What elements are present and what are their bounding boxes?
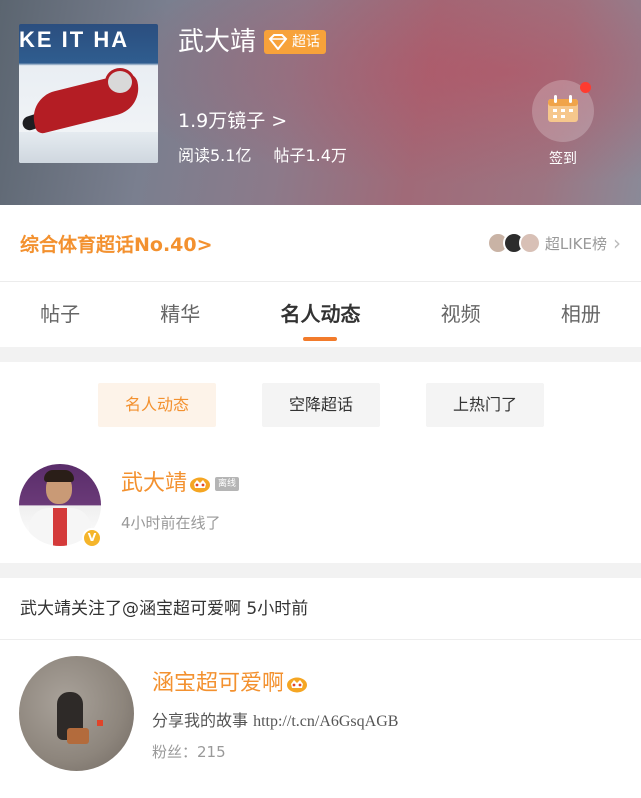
super-like-board-link[interactable]: 超LIKE榜 › bbox=[486, 231, 621, 255]
crown-icon bbox=[189, 475, 211, 493]
tab-album[interactable]: 相册 bbox=[555, 282, 607, 347]
cover-ice bbox=[19, 132, 158, 163]
crown-icon bbox=[286, 675, 308, 693]
chevron-right-icon: › bbox=[613, 231, 621, 255]
checkin-circle bbox=[532, 80, 594, 142]
followed-user-bio: 分享我的故事 http://t.cn/A6GsqAGB bbox=[152, 710, 398, 733]
diamond-icon bbox=[268, 34, 288, 51]
bio-link[interactable]: http://t.cn/A6GsqAGB bbox=[253, 713, 398, 730]
calendar-icon bbox=[546, 94, 580, 128]
offline-tag: 离线 bbox=[215, 477, 240, 491]
topic-title-row: 武大靖 超话 bbox=[178, 24, 327, 60]
super-topic-badge[interactable]: 超话 bbox=[264, 30, 327, 54]
chip-airdrop-topic[interactable]: 空降超话 bbox=[262, 383, 380, 427]
topic-tabs: 帖子 精华 名人动态 视频 相册 bbox=[0, 282, 641, 347]
cover-banner-text: KE IT HA bbox=[19, 28, 130, 52]
chip-trending[interactable]: 上热门了 bbox=[426, 383, 544, 427]
celebrity-name-row: 武大靖 离线 bbox=[121, 470, 240, 498]
tab-celebrity-updates[interactable]: 名人动态 bbox=[274, 282, 366, 347]
online-status: 4小时前在线了 bbox=[121, 514, 221, 532]
verify-icon: V bbox=[82, 528, 102, 548]
cover-skater-helmet bbox=[105, 68, 135, 96]
rank-bar: 综合体育超话No.40> 超LIKE榜 › bbox=[0, 205, 641, 282]
followed-user-name[interactable]: 涵宝超可爱啊 bbox=[152, 670, 284, 698]
like-board-label: 超LIKE榜 bbox=[544, 234, 607, 253]
topic-header: KE IT HA 武大靖 超话 1.9万镜子 > 阅读5.1亿 帖子1.4万 签… bbox=[0, 0, 641, 205]
mirror-count-link[interactable]: 1.9万镜子 > bbox=[178, 108, 287, 134]
checkin-button[interactable]: 签到 bbox=[530, 80, 596, 168]
checkin-label: 签到 bbox=[549, 151, 577, 167]
read-count: 阅读5.1亿 bbox=[178, 146, 252, 165]
post-count: 帖子1.4万 bbox=[273, 146, 347, 165]
tab-videos[interactable]: 视频 bbox=[435, 282, 487, 347]
follow-activity-card: 武大靖关注了@涵宝超可爱啊 5小时前 涵宝超可爱啊 分享我的故事 http://… bbox=[0, 578, 641, 798]
topic-cover-image[interactable]: KE IT HA bbox=[19, 24, 158, 163]
topic-stats: 阅读5.1亿 帖子1.4万 bbox=[178, 145, 347, 167]
celebrity-name[interactable]: 武大靖 bbox=[121, 470, 187, 498]
notification-dot bbox=[580, 82, 591, 93]
chip-celebrity-updates[interactable]: 名人动态 bbox=[98, 383, 216, 427]
topic-name: 武大靖 bbox=[178, 27, 257, 57]
followed-user-fans: 粉丝：215 bbox=[152, 743, 226, 761]
filter-chips: 名人动态 空降超话 上热门了 bbox=[0, 362, 641, 446]
avatar bbox=[518, 232, 541, 254]
tab-posts[interactable]: 帖子 bbox=[34, 282, 86, 347]
followed-user-name-row: 涵宝超可爱啊 bbox=[152, 670, 308, 698]
followed-user-avatar[interactable] bbox=[19, 656, 134, 771]
category-rank-link[interactable]: 综合体育超话No.40> bbox=[20, 230, 213, 257]
celebrity-card[interactable]: V 武大靖 离线 4小时前在线了 bbox=[0, 446, 641, 563]
follow-activity-header[interactable]: 武大靖关注了@涵宝超可爱啊 5小时前 bbox=[0, 578, 641, 640]
bio-text: 分享我的故事 bbox=[152, 711, 254, 730]
tab-featured[interactable]: 精华 bbox=[154, 282, 206, 347]
super-topic-badge-label: 超话 bbox=[292, 34, 321, 50]
like-board-avatars bbox=[486, 232, 541, 254]
